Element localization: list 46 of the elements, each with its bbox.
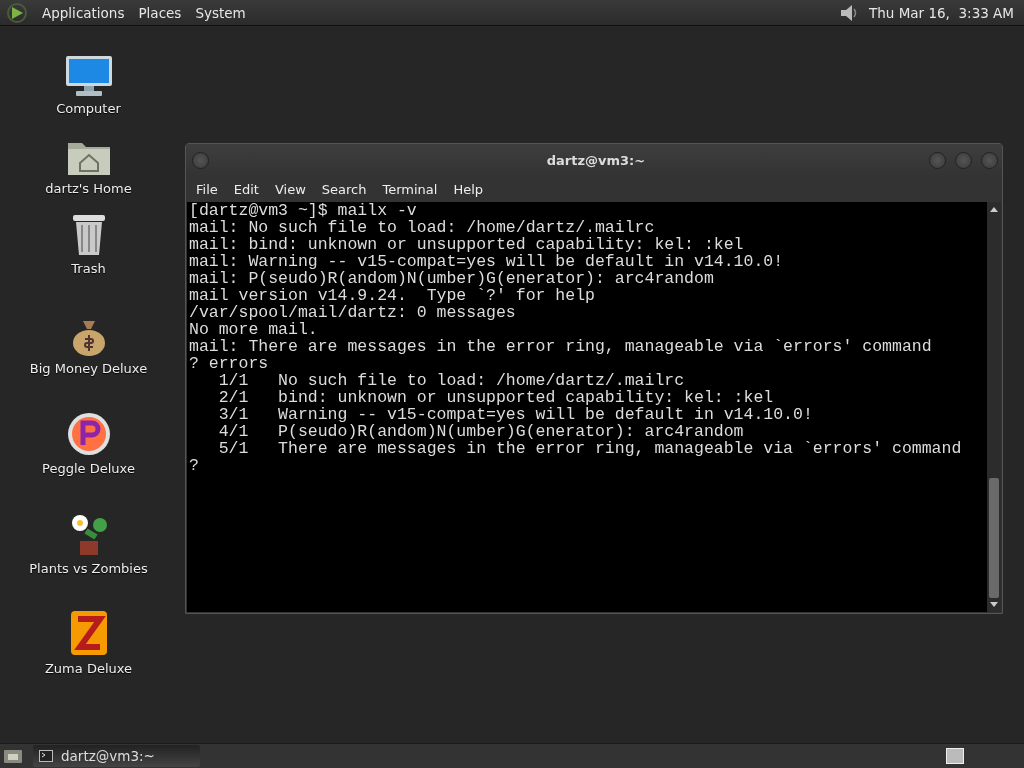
- terminal-line: /var/spool/mail/dartz: 0 messages: [189, 304, 517, 321]
- menu-item[interactable]: Edit: [225, 181, 267, 197]
- letter-block-icon[interactable]: [68, 609, 109, 657]
- terminal-line: No more mail.: [189, 321, 319, 338]
- terminal-line: ?: [189, 457, 200, 474]
- menu-item[interactable]: View: [266, 181, 314, 197]
- terminal-line: mail: No such file to load: /home/dartz/.mailrc: [189, 219, 656, 236]
- terminal-line: mail: There are messages in the error ring, manageable via `errors' command: [189, 338, 933, 355]
- desktop-icon-label[interactable]: Big Money Deluxe: [29, 361, 148, 376]
- scroll-down-icon[interactable]: [989, 601, 999, 609]
- scrollbar[interactable]: [987, 202, 1001, 612]
- terminal-line: 3/1 Warning -- v15-compat=yes will be default in v14.10.0!: [217, 406, 814, 423]
- panel-menu[interactable]: Places: [138, 4, 182, 21]
- menu-item[interactable]: Terminal: [374, 181, 446, 197]
- terminal-line: mail: bind: unknown or unsupported capability: kel: :kel: [189, 236, 745, 253]
- clock[interactable]: Thu Mar 16, 3:33 AM: [869, 4, 1014, 21]
- terminal-line: 5/1 There are messages in the error ring, manageable via `errors' command: [217, 440, 963, 457]
- terminal-line: 2/1 bind: unknown or unsupported capability: kel: :kel: [217, 389, 775, 406]
- scroll-up-icon[interactable]: [989, 205, 999, 213]
- menu-item[interactable]: Search: [313, 181, 375, 197]
- scroll-thumb[interactable]: [989, 478, 999, 598]
- terminal-line: mail: Warning -- v15-compat=yes will be default in v14.10.0!: [189, 253, 785, 270]
- taskbar-button[interactable]: dartz@vm3:~: [33, 745, 200, 767]
- desktop-icon-label[interactable]: Peggle Deluxe: [42, 461, 135, 476]
- terminal-line: [dartz@vm3 ~]$ mailx -v: [189, 202, 418, 219]
- desktop-icon-label[interactable]: Trash: [71, 261, 106, 276]
- desktop-icon-label[interactable]: Plants vs Zombies: [29, 561, 148, 576]
- terminal-line: 4/1 P(seudo)R(andom)N(umber)G(enerator): arc4random: [217, 423, 745, 440]
- terminal-line: mail version v14.9.24. Type `?' for help: [189, 287, 596, 304]
- logo-icon[interactable]: [6, 1, 28, 24]
- terminal-line: mail: P(seudo)R(andom)N(umber)G(enerator): arc4random: [189, 270, 715, 287]
- menu-item[interactable]: File: [188, 181, 226, 197]
- computer-icon[interactable]: [63, 55, 114, 97]
- desktop-icon-label[interactable]: Computer: [56, 101, 121, 116]
- panel-menu[interactable]: Applications: [42, 4, 125, 21]
- menu-item[interactable]: Help: [445, 181, 492, 197]
- desktop-icon-label[interactable]: Zuma Deluxe: [44, 661, 133, 676]
- terminal-line: 1/1 No such file to load: /home/dartz/.mailrc: [217, 372, 686, 389]
- window-title: dartz@vm3:~: [545, 152, 647, 168]
- terminal-line: ? errors: [189, 355, 270, 372]
- letter-ball-icon[interactable]: [65, 411, 112, 457]
- panel-menu[interactable]: System: [195, 4, 246, 21]
- terminal-icon: [39, 750, 53, 762]
- show-desktop-icon[interactable]: [3, 748, 23, 764]
- desktop-icon-label[interactable]: dartz's Home: [45, 181, 132, 196]
- workspace-switcher[interactable]: [946, 748, 964, 764]
